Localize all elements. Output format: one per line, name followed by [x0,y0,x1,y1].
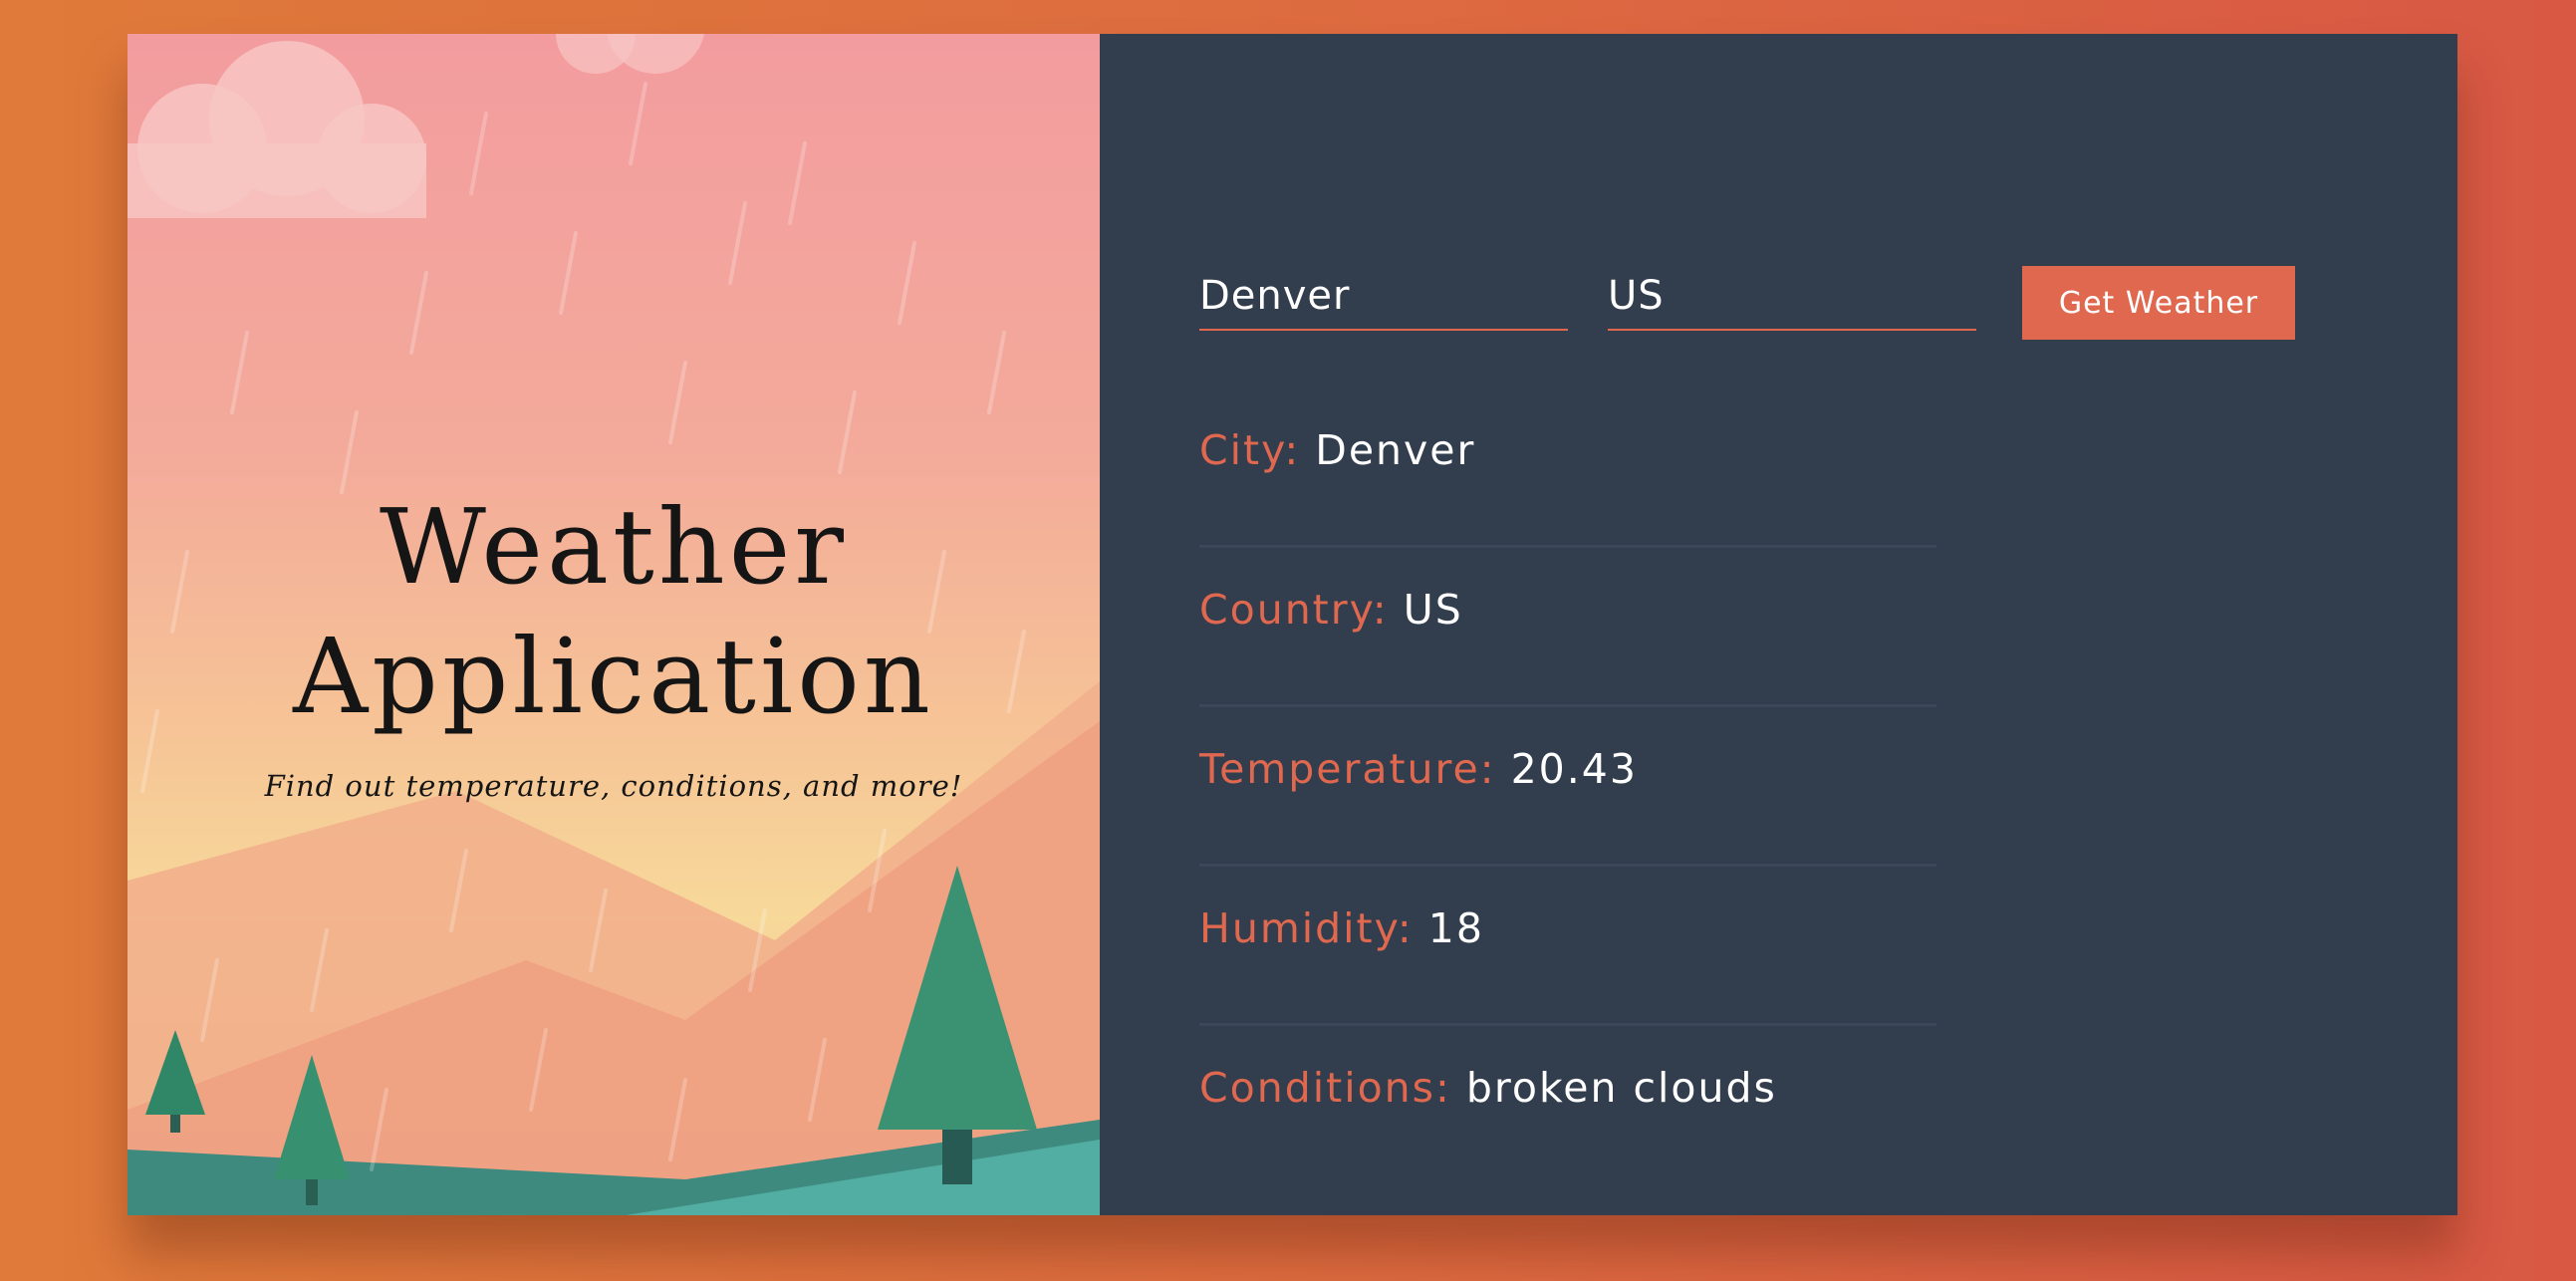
country-input[interactable] [1608,263,1976,331]
humidity-label: Humidity: [1199,904,1414,952]
app-subtitle: Find out temperature, conditions, and mo… [264,769,963,803]
result-row-temperature: Temperature: 20.43 [1199,707,1936,867]
weather-results: City: Denver Country: US Temperature: 20… [1199,388,1936,1185]
city-value: Denver [1315,426,1476,474]
country-value: US [1403,586,1463,634]
result-row-humidity: Humidity: 18 [1199,867,1936,1026]
hero-panel: Weather Application Find out temperature,… [128,34,1100,1215]
weather-search-form: Get Weather [1199,233,2315,343]
country-label: Country: [1199,586,1389,634]
result-row-city: City: Denver [1199,388,1936,548]
weather-app-card: Weather Application Find out temperature,… [128,34,2457,1215]
app-title-line-1: Weather [380,486,848,608]
app-title-line-2: Application [293,616,934,737]
cloud-icon [128,34,704,218]
app-title: Weather Application [128,482,1100,741]
get-weather-button[interactable]: Get Weather [2022,266,2295,340]
weather-panel: Get Weather City: Denver Country: US Tem… [1100,34,2457,1215]
result-row-conditions: Conditions: broken clouds [1199,1026,1936,1185]
hero-title-block: Weather Application Find out temperature,… [128,482,1100,803]
humidity-value: 18 [1427,904,1484,952]
temperature-label: Temperature: [1199,745,1496,793]
result-row-country: Country: US [1199,548,1936,707]
temperature-value: 20.43 [1510,745,1638,793]
city-label: City: [1199,426,1301,474]
conditions-value: broken clouds [1465,1064,1777,1112]
conditions-label: Conditions: [1199,1064,1451,1112]
city-input[interactable] [1199,263,1568,331]
